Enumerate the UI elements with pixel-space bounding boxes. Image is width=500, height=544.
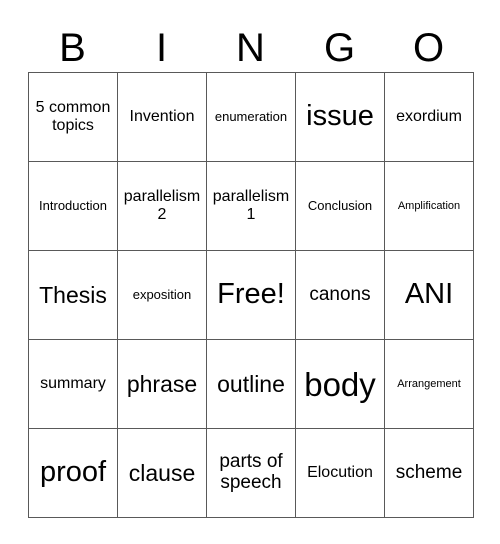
bingo-cell-label: scheme [395, 461, 463, 483]
bingo-cell-label: exposition [132, 286, 192, 302]
bingo-header-letter-i: I [155, 26, 168, 70]
bingo-cell[interactable]: exposition [118, 251, 207, 340]
bingo-cell-label: Conclusion [307, 197, 373, 213]
bingo-cell[interactable]: summary [29, 340, 118, 429]
bingo-cell[interactable]: Arrangement [385, 340, 474, 429]
bingo-cell[interactable]: scheme [385, 429, 474, 518]
bingo-cell-label: canons [309, 283, 371, 305]
bingo-cell-label: ANI [404, 278, 454, 311]
bingo-header-letter-b: B [59, 26, 86, 70]
bingo-cell-label: issue [306, 100, 374, 133]
bingo-header-row: B I N G O [28, 18, 473, 70]
bingo-card: B I N G O 5 common topics Invention enum… [0, 0, 500, 544]
bingo-grid: 5 common topics Invention enumeration is… [28, 72, 474, 518]
bingo-cell[interactable]: parts of speech [207, 429, 296, 518]
bingo-cell-label: Amplification [397, 199, 461, 212]
bingo-cell[interactable]: Amplification [385, 162, 474, 251]
bingo-cell-label: parallelism 1 [212, 188, 290, 223]
bingo-header-letter-o: O [412, 26, 445, 70]
bingo-cell[interactable]: Thesis [29, 251, 118, 340]
bingo-cell-label: body [304, 365, 376, 403]
bingo-cell[interactable]: Elocution [296, 429, 385, 518]
bingo-cell[interactable]: exordium [385, 73, 474, 162]
bingo-cell[interactable]: enumeration [207, 73, 296, 162]
bingo-cell-label: Arrangement [397, 377, 461, 390]
bingo-cell[interactable]: ANI [385, 251, 474, 340]
bingo-cell[interactable]: parallelism 2 [118, 162, 207, 251]
bingo-cell[interactable]: Invention [118, 73, 207, 162]
bingo-cell[interactable]: clause [118, 429, 207, 518]
bingo-cell-label: enumeration [214, 108, 288, 124]
bingo-cell-label: parts of speech [219, 451, 283, 493]
bingo-cell[interactable]: Introduction [29, 162, 118, 251]
bingo-row: 5 common topics Invention enumeration is… [29, 73, 474, 162]
bingo-cell[interactable]: Conclusion [296, 162, 385, 251]
bingo-cell[interactable]: body [296, 340, 385, 429]
bingo-cell-label: phrase [126, 370, 198, 397]
bingo-row: Introduction parallelism 2 parallelism 1… [29, 162, 474, 251]
bingo-cell[interactable]: parallelism 1 [207, 162, 296, 251]
bingo-cell-label: Introduction [39, 197, 107, 213]
bingo-cell[interactable]: canons [296, 251, 385, 340]
bingo-header-letter-n: N [236, 26, 265, 70]
bingo-cell[interactable]: issue [296, 73, 385, 162]
bingo-cell-label: clause [128, 459, 196, 486]
bingo-row: Thesis exposition Free! canons ANI [29, 251, 474, 340]
bingo-cell-label: Free! [217, 278, 285, 311]
bingo-cell-label: Elocution [307, 464, 373, 482]
bingo-row: summary phrase outline body Arrangement [29, 340, 474, 429]
bingo-cell-label: proof [39, 456, 107, 489]
bingo-cell[interactable]: proof [29, 429, 118, 518]
bingo-cell-label: summary [40, 375, 106, 393]
bingo-cell[interactable]: phrase [118, 340, 207, 429]
bingo-cell-label: Invention [129, 108, 195, 126]
bingo-cell-label: 5 common topics [35, 99, 111, 134]
bingo-cell-label: outline [217, 370, 285, 397]
bingo-header-letter-g: G [323, 26, 356, 70]
bingo-cell-label: Thesis [39, 281, 107, 308]
bingo-row: proof clause parts of speech Elocution s… [29, 429, 474, 518]
bingo-cell-label: parallelism 2 [123, 188, 201, 223]
bingo-cell-label: exordium [396, 108, 462, 126]
bingo-cell[interactable]: outline [207, 340, 296, 429]
bingo-cell[interactable]: 5 common topics [29, 73, 118, 162]
bingo-cell-free-space[interactable]: Free! [207, 251, 296, 340]
